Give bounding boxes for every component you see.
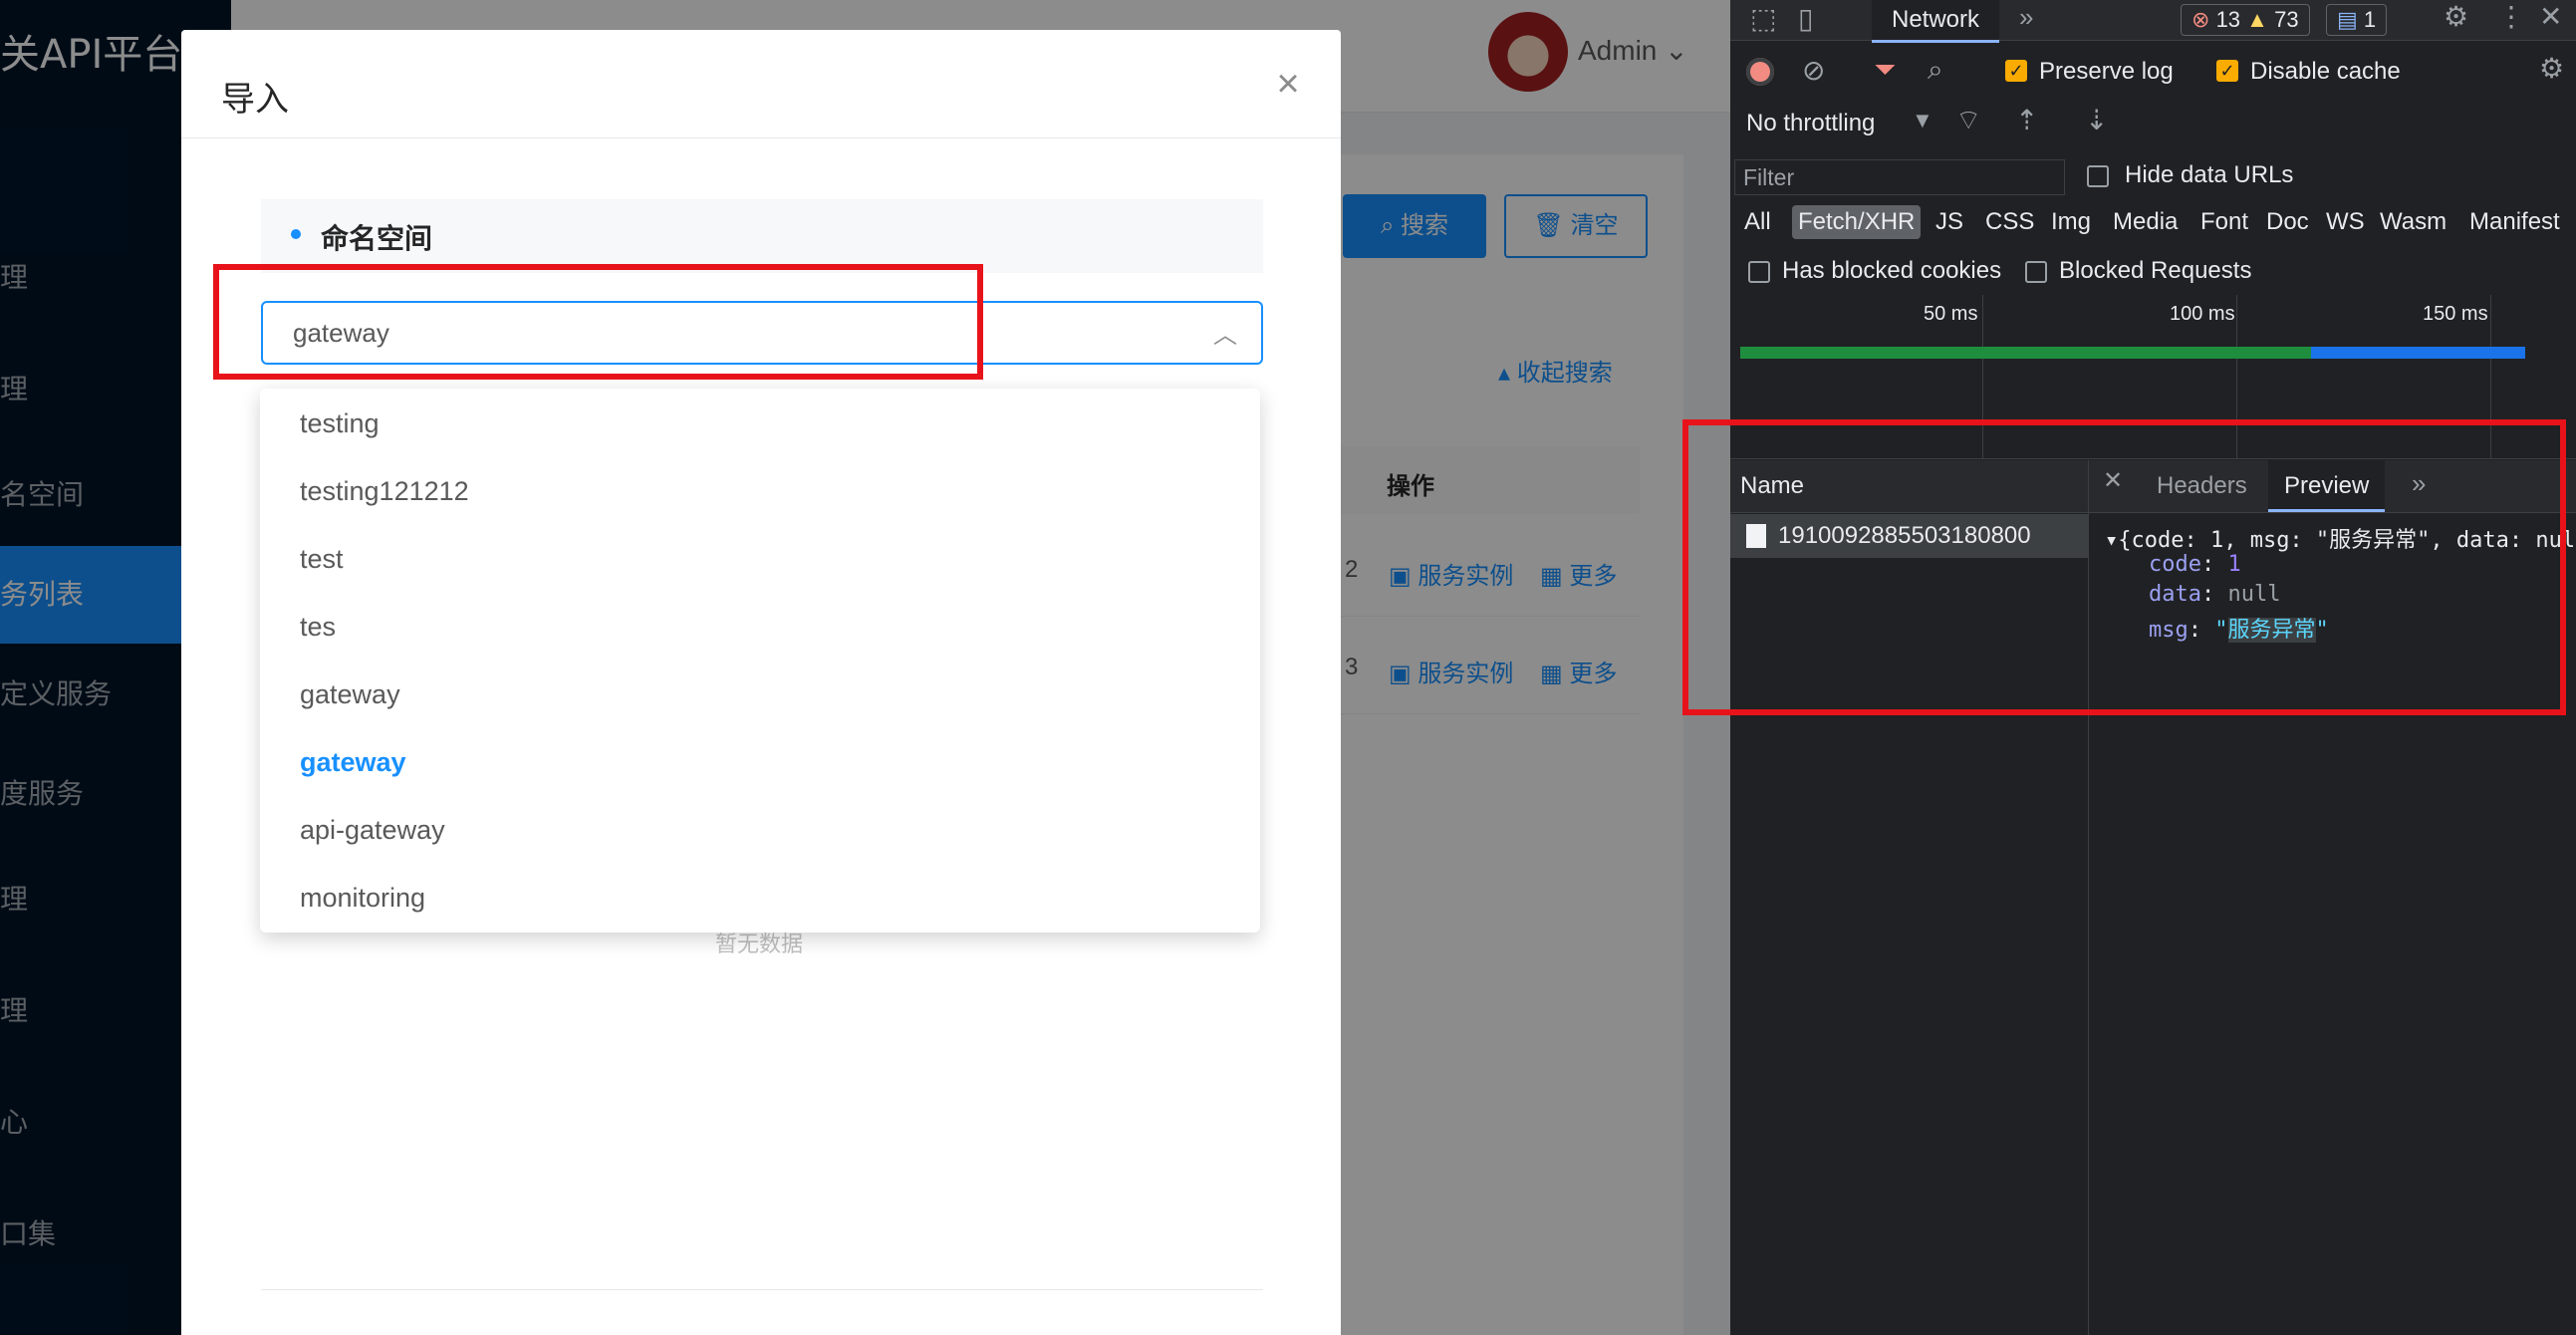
dropdown-option[interactable]: tes [260, 592, 1260, 660]
divider [261, 1289, 1263, 1290]
inspect-icon[interactable]: ⬚ [1750, 2, 1776, 35]
device-toggle-icon[interactable]: ▯ [1798, 2, 1813, 35]
warning-icon: ▲ [2246, 7, 2268, 32]
type-doc[interactable]: Doc [2260, 205, 2315, 239]
dropdown-option[interactable]: api-gateway [260, 795, 1260, 863]
filter-icon[interactable]: ⏷ [1874, 54, 1896, 87]
filter-placeholder: Filter [1743, 164, 1795, 190]
throttling-select[interactable]: No throttling [1746, 110, 1875, 137]
timeline-tick: 150 ms [2423, 303, 2488, 325]
preserve-log-label: Preserve log [2039, 58, 2174, 85]
search-icon[interactable]: ⌕ [1928, 54, 1943, 87]
dropdown-option[interactable]: monitoring [260, 863, 1260, 931]
dropdown-arrow-icon[interactable]: ▼ [1912, 108, 1933, 134]
option-label: tes [300, 612, 337, 642]
type-all[interactable]: All [1738, 205, 1777, 239]
timeline-bar-waiting [1740, 347, 2311, 359]
error-icon: ⊗ [2191, 7, 2210, 32]
devtools-tabbar: ⬚ ▯ Network » ⊗ 13 ▲ 73 ▤ 1 ⚙ ⋮ ✕ [1730, 0, 2576, 43]
blocked-requests-label: Blocked Requests [2059, 257, 2252, 284]
disable-cache-checkbox[interactable]: ✓ [2216, 60, 2238, 82]
network-settings-icon[interactable]: ⚙ [2539, 52, 2564, 85]
tab-network[interactable]: Network [1872, 0, 2000, 43]
dropdown-option-selected[interactable]: gateway [260, 727, 1260, 795]
option-label: testing [300, 408, 380, 438]
dropdown-option[interactable]: testing [260, 389, 1260, 456]
kebab-menu-icon[interactable]: ⋮ [2497, 0, 2525, 33]
bullet-icon [291, 229, 301, 239]
type-wasm[interactable]: Wasm [2374, 205, 2452, 239]
type-font[interactable]: Font [2194, 205, 2254, 239]
annotation-box [213, 264, 983, 380]
error-count: 13 [2215, 7, 2241, 32]
clear-icon[interactable]: ⊘ [1802, 54, 1825, 87]
dropdown-option[interactable]: test [260, 524, 1260, 592]
record-icon[interactable] [1746, 58, 1774, 86]
option-label: gateway [300, 679, 400, 709]
dropdown-option[interactable]: gateway [260, 660, 1260, 727]
type-media[interactable]: Media [2107, 205, 2184, 239]
disable-cache-label: Disable cache [2250, 58, 2401, 85]
option-label: test [300, 544, 344, 574]
preserve-log-checkbox[interactable]: ✓ [2005, 60, 2027, 82]
namespace-label: 命名空间 [321, 222, 433, 255]
download-icon[interactable]: ⇣ [2085, 104, 2108, 136]
filter-input[interactable]: Filter [1734, 159, 2065, 195]
warning-count: 73 [2274, 7, 2299, 32]
close-icon[interactable]: ✕ [2539, 0, 2562, 33]
upload-icon[interactable]: ⇡ [2015, 104, 2038, 136]
type-js[interactable]: JS [1930, 205, 1969, 239]
type-ws[interactable]: WS [2320, 205, 2371, 239]
message-badge[interactable]: ▤ 1 [2326, 4, 2388, 36]
modal-title: 导入 [221, 80, 289, 120]
blocked-requests-checkbox[interactable] [2025, 261, 2047, 283]
timeline-tick: 100 ms [2170, 303, 2235, 325]
type-manifest[interactable]: Manifest [2463, 205, 2566, 239]
error-badge[interactable]: ⊗ 13 ▲ 73 [2181, 4, 2310, 36]
timeline-tick: 50 ms [1924, 303, 1978, 325]
option-label: gateway [300, 747, 406, 777]
dropdown-option[interactable]: testing121212 [260, 456, 1260, 524]
option-label: testing121212 [300, 476, 469, 506]
option-label: monitoring [300, 883, 426, 913]
message-count: 1 [2363, 7, 2377, 32]
namespace-dropdown: testing testing121212 test tes gateway g… [260, 389, 1260, 933]
chevron-up-icon: ︿ [1213, 322, 1237, 349]
has-blocked-cookies-checkbox[interactable] [1748, 261, 1770, 283]
type-img[interactable]: Img [2045, 205, 2097, 239]
gear-icon[interactable]: ⚙ [2444, 0, 2468, 33]
timeline-bar-download [2311, 347, 2525, 359]
message-icon: ▤ [2337, 7, 2358, 32]
modal-header: 导入 × [181, 30, 1341, 138]
hide-data-urls-label: Hide data URLs [2125, 161, 2294, 188]
has-blocked-cookies-label: Has blocked cookies [1782, 257, 2002, 284]
hide-data-urls-checkbox[interactable] [2087, 165, 2109, 187]
option-label: api-gateway [300, 815, 445, 845]
network-conditions-icon[interactable]: ⌔ [1955, 104, 1981, 138]
type-css[interactable]: CSS [1979, 205, 2040, 239]
type-fetch-xhr[interactable]: Fetch/XHR [1792, 205, 1922, 239]
close-icon[interactable]: × [1268, 64, 1308, 104]
annotation-box [1682, 419, 2566, 715]
more-tabs-icon[interactable]: » [2019, 2, 2033, 33]
